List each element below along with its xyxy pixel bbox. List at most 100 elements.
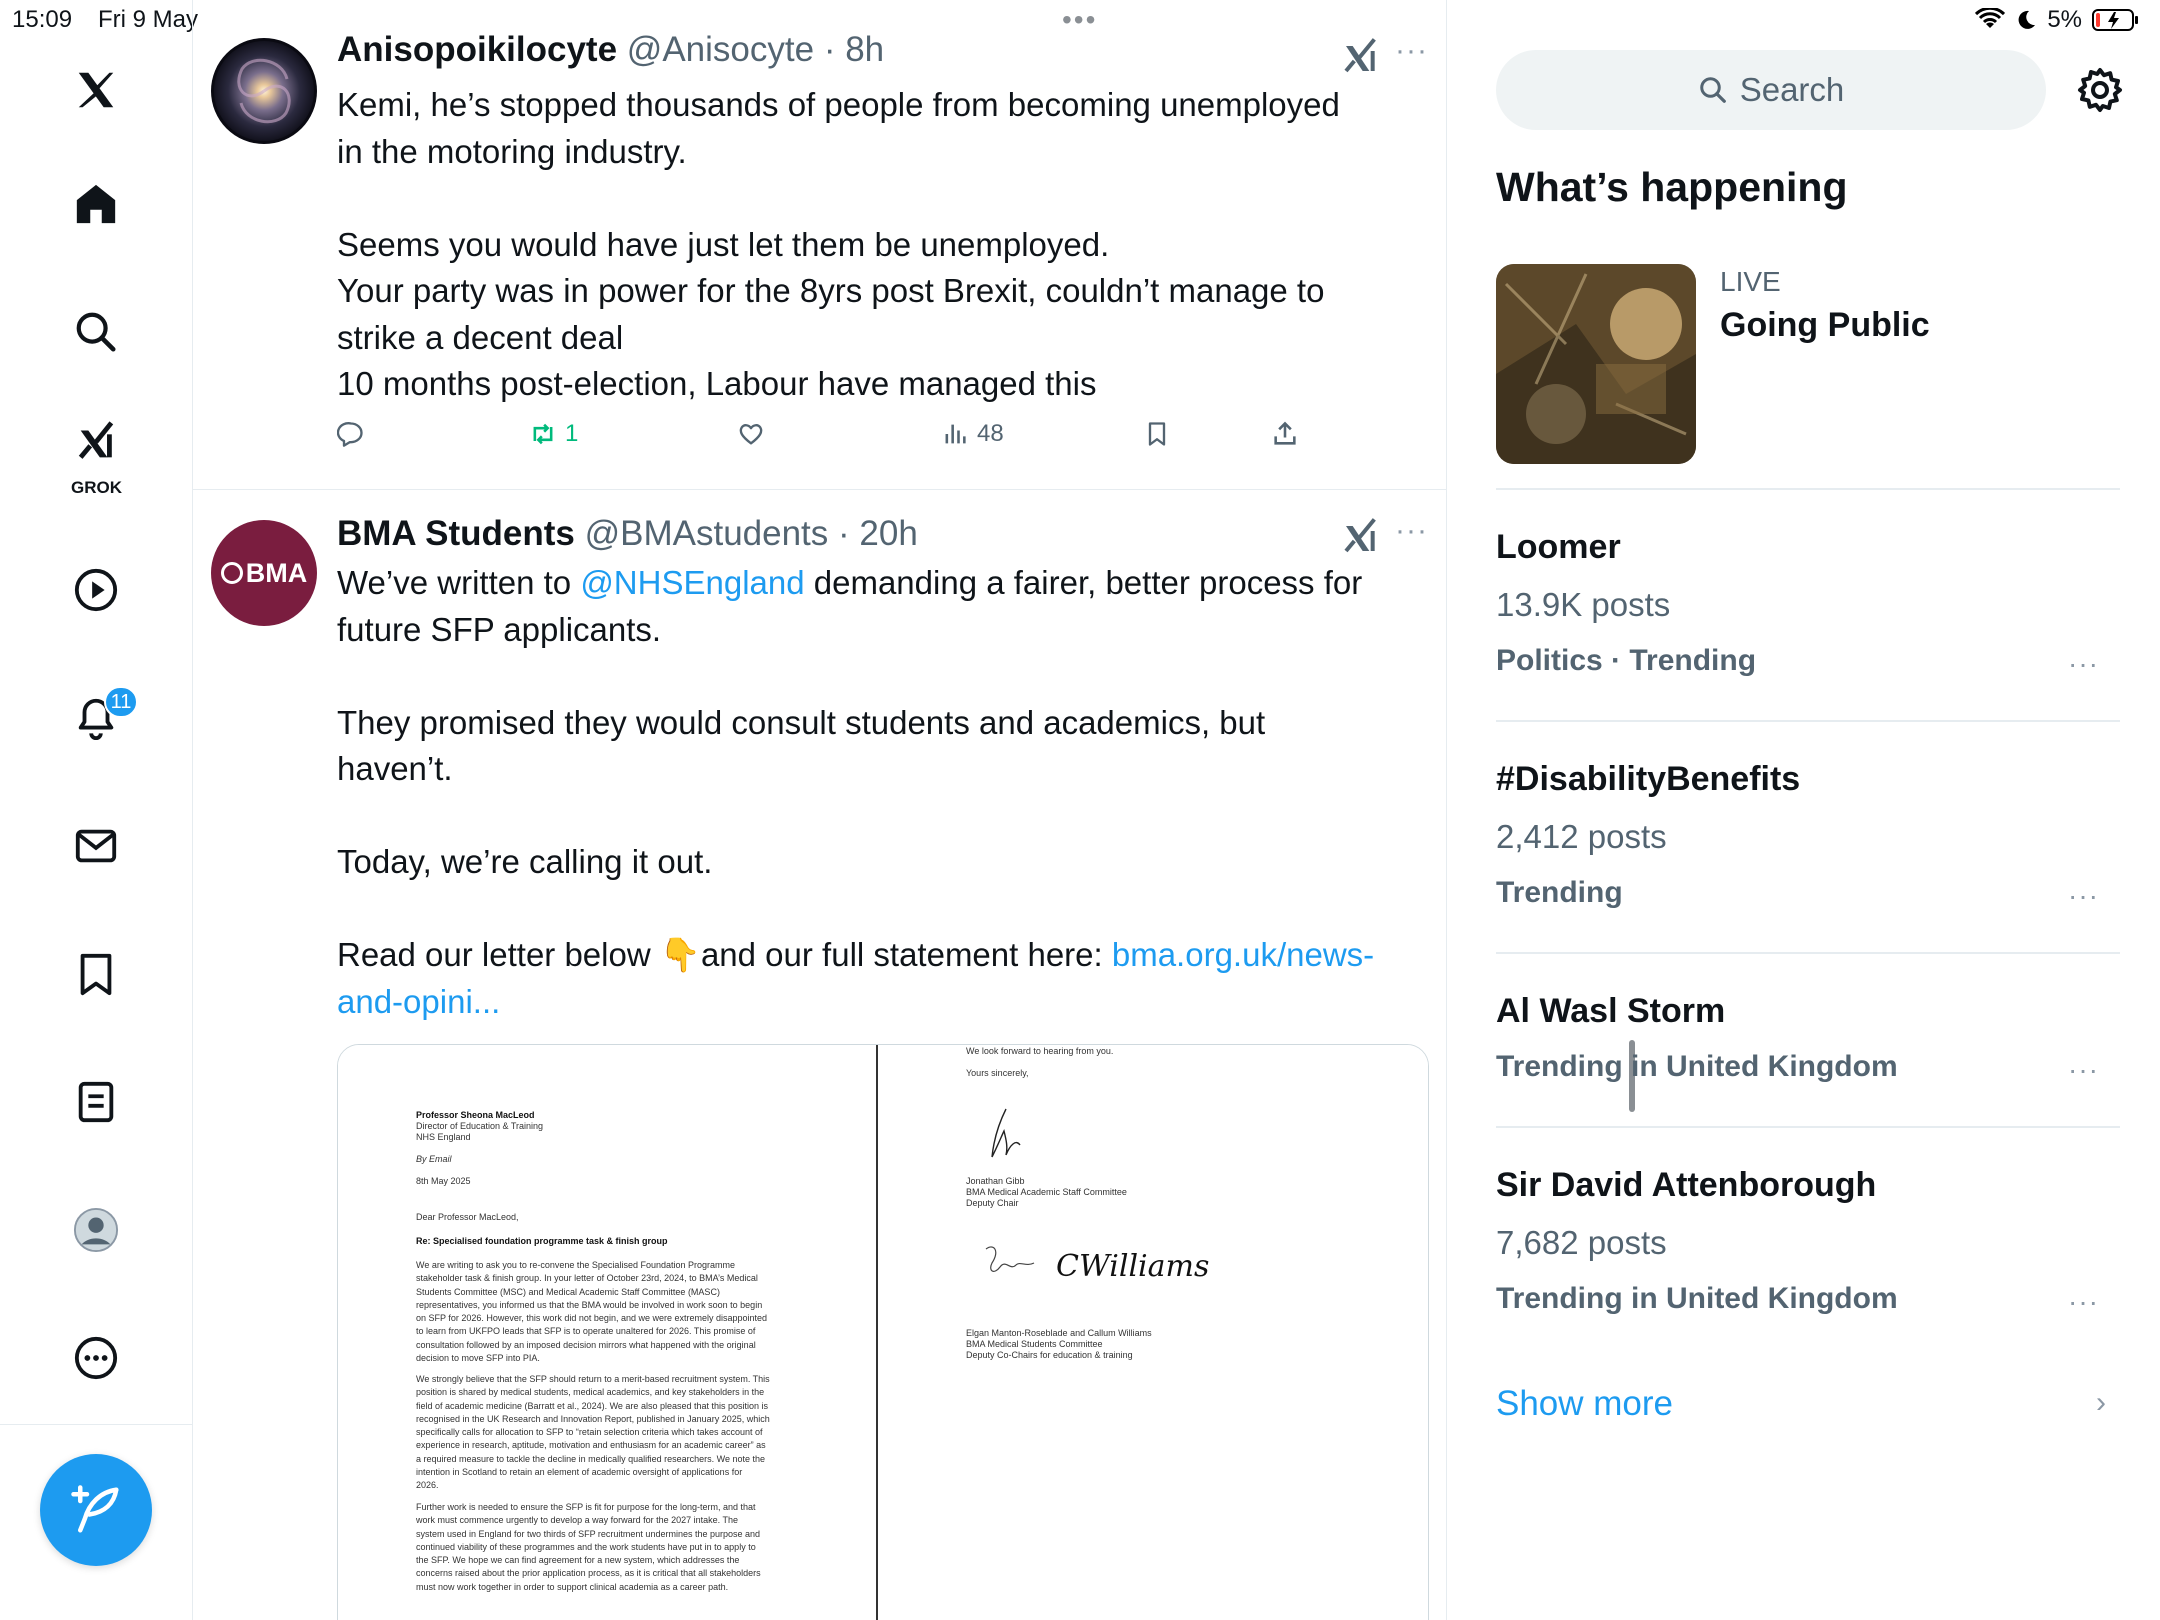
tweet-text-segment: We’ve written to [337, 564, 581, 601]
views-button[interactable]: 48 [941, 420, 1004, 448]
search-input[interactable]: Search [1496, 50, 2046, 130]
tweet-time[interactable]: 20h [859, 514, 917, 553]
views-icon [945, 424, 966, 444]
tweet-line: They promised they would consult student… [337, 703, 1266, 741]
tweet-text: We’ve written to @NHSEngland demanding a… [337, 560, 1417, 1025]
tweet-line: in the motoring industry. [337, 132, 687, 170]
like-button[interactable] [737, 420, 765, 448]
trend-posts: 13.9K posts [1496, 586, 1671, 623]
letter-page-1: Professor Sheona MacLeod Director of Edu… [338, 1045, 878, 1620]
home-icon[interactable] [56, 164, 136, 244]
letter-image[interactable]: Professor Sheona MacLeod Director of Edu… [337, 1044, 1429, 1620]
trend-posts: 2,412 posts [1496, 818, 1667, 855]
author-handle[interactable]: @BMAstudents [585, 514, 829, 553]
signature-jonathan-gibb [991, 1108, 1021, 1158]
tweet[interactable]: BMA BMA Students @BMAstudents · 20h ··· … [193, 490, 1447, 1620]
letter-date: 8th May 2025 [416, 1176, 471, 1186]
tweet-line: Seems you would have just let them be un… [337, 225, 1110, 263]
profile-icon[interactable] [56, 1190, 136, 1270]
tweet-text-segment: Read our letter below [337, 936, 660, 973]
more-options-icon[interactable]: ··· [2068, 1286, 2099, 1318]
settings-gear-icon[interactable] [2076, 66, 2124, 114]
live-thumbnail [1496, 264, 1696, 464]
compose-icon [71, 1485, 119, 1533]
letter-closing: We look forward to hearing from you. [966, 1046, 1114, 1056]
live-label: LIVE [1720, 266, 1781, 297]
tweet-time[interactable]: 8h [845, 30, 884, 69]
divider [1496, 720, 2120, 722]
letter-signer-title: Deputy Co-Chairs for education & trainin… [966, 1350, 1133, 1360]
views-count: 48 [977, 420, 1004, 447]
show-more-link[interactable]: Show more [1496, 1384, 1673, 1424]
more-options-icon[interactable]: ··· [2068, 1054, 2099, 1086]
search-icon[interactable] [56, 292, 136, 372]
bma-logo-icon [220, 562, 243, 584]
reply-icon [337, 422, 363, 447]
chevron-right-icon[interactable]: › [2096, 1386, 2106, 1420]
author-handle[interactable]: @Anisocyte [627, 30, 814, 69]
trend-category: Trending in United Kingdom [1496, 1050, 1898, 1083]
share-icon [1274, 421, 1296, 445]
more-circle-icon[interactable] [56, 1318, 136, 1398]
mention-link[interactable]: @NHSEngland [580, 564, 804, 601]
avatar[interactable]: BMA [211, 520, 317, 626]
trend-category: Trending [1496, 876, 1623, 909]
video-icon[interactable] [56, 550, 136, 630]
avatar-text: BMA [245, 557, 308, 588]
tweet-actions: 1 48 [337, 420, 1337, 460]
tweet-text-segment: and our full statement here: [700, 936, 1112, 973]
more-options-icon[interactable]: ··· [1395, 34, 1428, 68]
compose-button[interactable] [40, 1454, 152, 1566]
tweet-line: Kemi, he’s stopped thousands of people f… [337, 86, 1340, 123]
live-title: Going Public [1720, 306, 1930, 344]
tweet-text-segment: demanding a fairer, better process for [804, 564, 1363, 601]
bookmark-icon [1148, 422, 1166, 446]
pointing-down-emoji: 👇 [659, 936, 701, 973]
letter-paragraph: Further work is needed to ensure the SFP… [416, 1502, 761, 1592]
retweet-count: 1 [565, 420, 579, 447]
statement-link-continued[interactable]: and-opini... [337, 983, 500, 1020]
tweet-line: Your party was in power for the 8yrs pos… [337, 272, 1325, 309]
divider [1496, 1126, 2120, 1128]
notifications-badge: 11 [104, 686, 138, 718]
retweet-button[interactable]: 1 [529, 420, 578, 448]
grok-icon[interactable] [56, 412, 136, 472]
trend-title: Al Wasl Storm [1496, 992, 1726, 1030]
reply-button[interactable] [337, 420, 365, 448]
trend-category: Politics · Trending [1496, 644, 1757, 677]
trend-title: #DisabilityBenefits [1496, 760, 1801, 798]
mail-icon[interactable] [56, 806, 136, 886]
more-options-icon[interactable]: ··· [1395, 514, 1428, 548]
letter-signer-title: Deputy Chair [966, 1198, 1019, 1208]
letter-paragraph: We are writing to ask you to re-convene … [416, 1260, 768, 1364]
search-placeholder: Search [1739, 71, 1845, 108]
grok-label: GROK [71, 478, 122, 497]
grok-analyze-icon[interactable] [1341, 516, 1381, 556]
nav-divider [0, 1424, 193, 1425]
bookmark-button[interactable] [1143, 420, 1171, 448]
avatar[interactable] [211, 38, 317, 144]
x-logo-icon[interactable] [56, 50, 136, 130]
tweet[interactable]: Anisopoikilocyte @Anisocyte · 8h ··· Kem… [193, 0, 1447, 490]
divider [1496, 952, 2120, 954]
lists-icon[interactable] [56, 1062, 136, 1142]
author-name[interactable]: Anisopoikilocyte [337, 30, 617, 69]
trend-posts: 7,682 posts [1496, 1224, 1667, 1261]
letter-page-2: We look forward to hearing from you. You… [880, 1045, 1428, 1620]
more-options-icon[interactable]: ··· [2068, 648, 2099, 680]
trend-category: Trending in United Kingdom [1496, 1282, 1898, 1315]
letter-subject: Re: Specialised foundation programme tas… [416, 1236, 668, 1246]
letter-recipient-org: NHS England [416, 1132, 471, 1142]
bookmark-icon[interactable] [56, 934, 136, 1014]
retweet-icon [533, 423, 553, 445]
author-name[interactable]: BMA Students [337, 514, 575, 553]
share-button[interactable] [1271, 420, 1299, 448]
more-options-icon[interactable]: ··· [2068, 880, 2099, 912]
trend-title: Loomer [1496, 528, 1621, 566]
letter-closing: Yours sincerely, [966, 1068, 1029, 1078]
tweet-line: strike a decent deal [337, 318, 624, 356]
grok-analyze-icon[interactable] [1341, 36, 1381, 76]
tweet-line: Today, we’re calling it out. [337, 843, 713, 880]
statement-link[interactable]: bma.org.uk/news- [1112, 936, 1374, 973]
tweet-text: Kemi, he’s stopped thousands of people f… [337, 82, 1417, 408]
